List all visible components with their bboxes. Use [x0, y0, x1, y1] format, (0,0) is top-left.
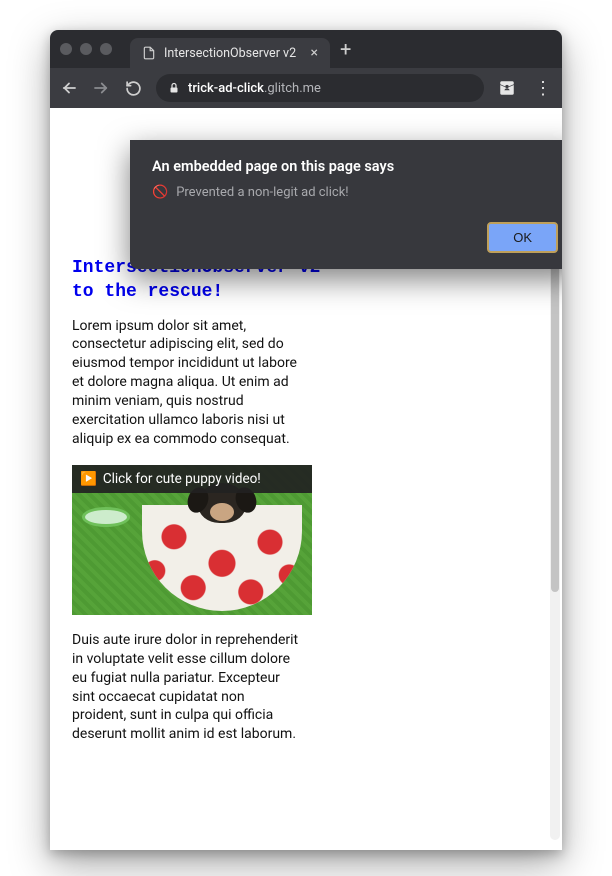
- dialog-actions: OK: [152, 222, 558, 253]
- ad-label[interactable]: ▶️ Click for cute puppy video!: [72, 465, 312, 493]
- ad-embed[interactable]: ▶️ Click for cute puppy video!: [72, 465, 312, 615]
- paragraph-2: Duis aute irure dolor in reprehenderit i…: [72, 631, 302, 744]
- page-icon: [142, 46, 156, 60]
- tab-title: IntersectionObserver v2: [164, 46, 296, 61]
- chrome-top: IntersectionObserver v2 × + trick-ad-cli…: [50, 30, 562, 108]
- dialog-message: Prevented a non-legit ad click!: [176, 185, 348, 200]
- scrollbar[interactable]: [550, 198, 560, 840]
- close-icon[interactable]: ×: [311, 45, 318, 61]
- window-controls[interactable]: [60, 43, 112, 55]
- dialog-body: 🚫 Prevented a non-legit ad click!: [152, 185, 558, 200]
- toolbar: trick-ad-click.glitch.me ⋮: [50, 68, 562, 108]
- window-min-dot[interactable]: [80, 43, 92, 55]
- js-dialog: An embedded page on this page says 🚫 Pre…: [130, 140, 562, 269]
- window-close-dot[interactable]: [60, 43, 72, 55]
- ad-plate: [82, 507, 130, 527]
- reload-button[interactable]: [124, 79, 142, 97]
- new-tab-button[interactable]: +: [330, 37, 361, 61]
- window-max-dot[interactable]: [100, 43, 112, 55]
- tab-bar: IntersectionObserver v2 × +: [50, 30, 562, 68]
- ok-button[interactable]: OK: [487, 222, 558, 253]
- play-icon: ▶️: [80, 471, 97, 487]
- browser-window: IntersectionObserver v2 × + trick-ad-cli…: [50, 30, 562, 850]
- paragraph-1: Lorem ipsum dolor sit amet, consectetur …: [72, 317, 302, 449]
- heading-rest: to the rescue!: [72, 282, 223, 302]
- dialog-title: An embedded page on this page says: [152, 158, 558, 175]
- url-domain: .glitch.me: [264, 81, 321, 96]
- url-host: trick-ad-click: [188, 81, 264, 96]
- forward-button[interactable]: [92, 79, 110, 97]
- browser-tab[interactable]: IntersectionObserver v2 ×: [130, 38, 330, 68]
- menu-button[interactable]: ⋮: [534, 78, 552, 99]
- back-button[interactable]: [60, 79, 78, 97]
- ad-label-text: Click for cute puppy video!: [103, 471, 261, 487]
- account-icon[interactable]: [498, 79, 520, 97]
- lock-icon: [168, 82, 180, 94]
- prohibited-icon: 🚫: [152, 185, 168, 200]
- url-text: trick-ad-click.glitch.me: [188, 81, 321, 96]
- address-bar[interactable]: trick-ad-click.glitch.me: [156, 74, 484, 102]
